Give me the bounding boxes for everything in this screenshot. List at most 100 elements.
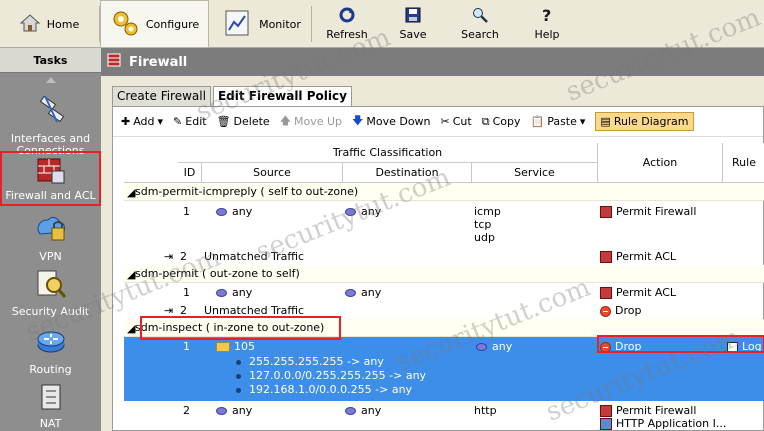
svg-text:?: ? bbox=[542, 7, 551, 23]
policy-group-row[interactable]: ◢ sdm-permit ( out-zone to self) bbox=[124, 265, 764, 283]
rule-service-udp: udp bbox=[474, 231, 495, 244]
column-header-service[interactable]: Service bbox=[472, 163, 598, 183]
copy-label: Copy bbox=[492, 115, 521, 128]
monitor-label: Monitor bbox=[259, 17, 301, 31]
rule-source: any bbox=[216, 404, 252, 417]
rule-source: Unmatched Traffic bbox=[204, 250, 305, 263]
column-header-id[interactable]: ID bbox=[178, 163, 202, 183]
home-button[interactable]: Home bbox=[0, 0, 98, 48]
diagram-icon: ▤ bbox=[600, 115, 611, 128]
rule-diagram-button[interactable]: ▤ Rule Diagram bbox=[595, 112, 694, 131]
highlight-box bbox=[140, 316, 341, 340]
firewall-icon bbox=[600, 206, 612, 218]
rule-service: http bbox=[474, 404, 497, 417]
nat-icon bbox=[36, 384, 66, 416]
rule-action: Permit ACL bbox=[600, 286, 676, 299]
add-button[interactable]: ✚ Add ▾ bbox=[121, 115, 163, 128]
destination-value: any bbox=[361, 404, 382, 417]
task-label: Firewall and ACL bbox=[5, 189, 96, 202]
policy-group-row[interactable]: ◢ sdm-permit-icmpreply ( self to out-zon… bbox=[124, 183, 764, 201]
cut-label: Cut bbox=[452, 115, 472, 128]
tab-bar: Create Firewall Edit Firewall Policy bbox=[112, 86, 354, 106]
firewall-icon bbox=[600, 405, 612, 417]
edit-pencil-icon: ✎ bbox=[173, 115, 183, 128]
task-security-audit[interactable]: Security Audit bbox=[0, 267, 101, 318]
monitor-button[interactable]: Monitor bbox=[214, 0, 310, 48]
tab-edit-firewall-policy[interactable]: Edit Firewall Policy bbox=[212, 86, 352, 106]
help-button[interactable]: ? Help bbox=[518, 0, 576, 48]
task-nat[interactable]: NAT bbox=[0, 381, 101, 430]
table-row[interactable]: 1 any any icmp tcp udp Permit Firewall bbox=[124, 201, 764, 247]
column-header-destination[interactable]: Destination bbox=[343, 163, 472, 183]
cut-button[interactable]: ✂ Cut bbox=[441, 115, 472, 128]
help-icon: ? bbox=[540, 6, 554, 26]
paste-label: Paste bbox=[547, 115, 577, 128]
action-value: HTTP Application I... bbox=[616, 417, 727, 430]
rule-id: 2 bbox=[183, 404, 190, 417]
edit-label: Edit bbox=[185, 115, 207, 128]
main-panel: Firewall Create Firewall Edit Firewall P… bbox=[101, 48, 764, 431]
edit-button[interactable]: ✎ Edit bbox=[173, 115, 207, 128]
rule-destination: any bbox=[345, 205, 381, 218]
subnet-value: 192.168.1.0/0.0.0.255 -> any bbox=[249, 383, 413, 396]
page-header: Firewall bbox=[101, 48, 764, 76]
move-up-label: Move Up bbox=[294, 115, 343, 128]
destination-value: any bbox=[361, 205, 382, 218]
add-label: Add bbox=[133, 115, 155, 128]
refresh-button[interactable]: Refresh bbox=[318, 0, 376, 48]
grid-header-spacer bbox=[124, 143, 178, 183]
plus-icon: ✚ bbox=[121, 115, 131, 128]
move-down-button[interactable]: 🡇 Move Down bbox=[352, 112, 430, 131]
table-row[interactable]: ⇥ 2 Unmatched Traffic Permit ACL bbox=[124, 247, 764, 265]
network-icon bbox=[216, 407, 227, 415]
rule-source: any bbox=[216, 286, 252, 299]
subnet-entry: 255.255.255.255 -> any bbox=[236, 355, 384, 368]
network-icon bbox=[345, 208, 356, 216]
network-cable-icon bbox=[35, 95, 67, 131]
network-icon bbox=[345, 289, 356, 297]
task-label: VPN bbox=[39, 250, 62, 263]
save-button[interactable]: Save bbox=[384, 0, 442, 48]
task-vpn[interactable]: VPN bbox=[0, 212, 101, 263]
rule-action: Permit Firewall bbox=[600, 404, 696, 417]
move-down-label: Move Down bbox=[366, 115, 431, 128]
task-label: Security Audit bbox=[11, 305, 90, 318]
column-header-action[interactable]: Action bbox=[598, 143, 723, 183]
rule-id: 1 bbox=[183, 286, 190, 299]
search-icon bbox=[472, 7, 488, 26]
bullet-icon bbox=[236, 359, 241, 365]
rule-id: 1 bbox=[183, 205, 190, 218]
toolbar-divider bbox=[311, 6, 312, 42]
gear-icon bbox=[110, 8, 140, 41]
delete-button[interactable]: 🗑 Delete bbox=[217, 115, 270, 128]
search-button[interactable]: Search bbox=[451, 0, 509, 48]
task-interfaces-connections[interactable]: Interfaces and Connections bbox=[0, 92, 101, 157]
task-routing[interactable]: Routing bbox=[0, 325, 101, 376]
source-value: any bbox=[232, 404, 253, 417]
task-firewall-acl[interactable]: Firewall and ACL bbox=[0, 151, 101, 206]
scroll-up-arrow-icon[interactable] bbox=[0, 73, 101, 87]
trash-icon: 🗑 bbox=[216, 115, 231, 128]
service-value: any bbox=[492, 340, 513, 353]
column-header-source[interactable]: Source bbox=[202, 163, 343, 183]
rule-diagram-label: Rule Diagram bbox=[613, 115, 689, 128]
chevron-down-icon: ▾ bbox=[157, 115, 164, 128]
column-header-rule[interactable]: Rule bbox=[723, 143, 764, 183]
tasks-title: Tasks bbox=[0, 48, 101, 73]
rule-destination: any bbox=[345, 404, 381, 417]
table-row[interactable]: 1 any any Permit ACL bbox=[124, 283, 764, 301]
configure-button[interactable]: Configure bbox=[100, 0, 209, 48]
paste-button[interactable]: 📋 Paste ▾ bbox=[530, 115, 585, 128]
tab-create-firewall[interactable]: Create Firewall bbox=[112, 86, 211, 106]
source-value: 105 bbox=[234, 340, 255, 353]
subnet-value: 255.255.255.255 -> any bbox=[249, 355, 384, 368]
refresh-icon bbox=[339, 7, 355, 26]
rule-id: 2 bbox=[180, 250, 187, 263]
search-label: Search bbox=[461, 28, 499, 41]
policy-grid: Traffic Classification ID Source Destina… bbox=[124, 143, 764, 431]
help-label: Help bbox=[534, 28, 560, 41]
traffic-classification-header: Traffic Classification bbox=[178, 143, 598, 163]
copy-button[interactable]: ⧉ Copy bbox=[482, 115, 521, 129]
move-up-button[interactable]: 🡅 Move Up bbox=[280, 112, 342, 131]
table-row[interactable]: 2 any any http Permit Firewall HTTP Appl… bbox=[124, 401, 764, 431]
